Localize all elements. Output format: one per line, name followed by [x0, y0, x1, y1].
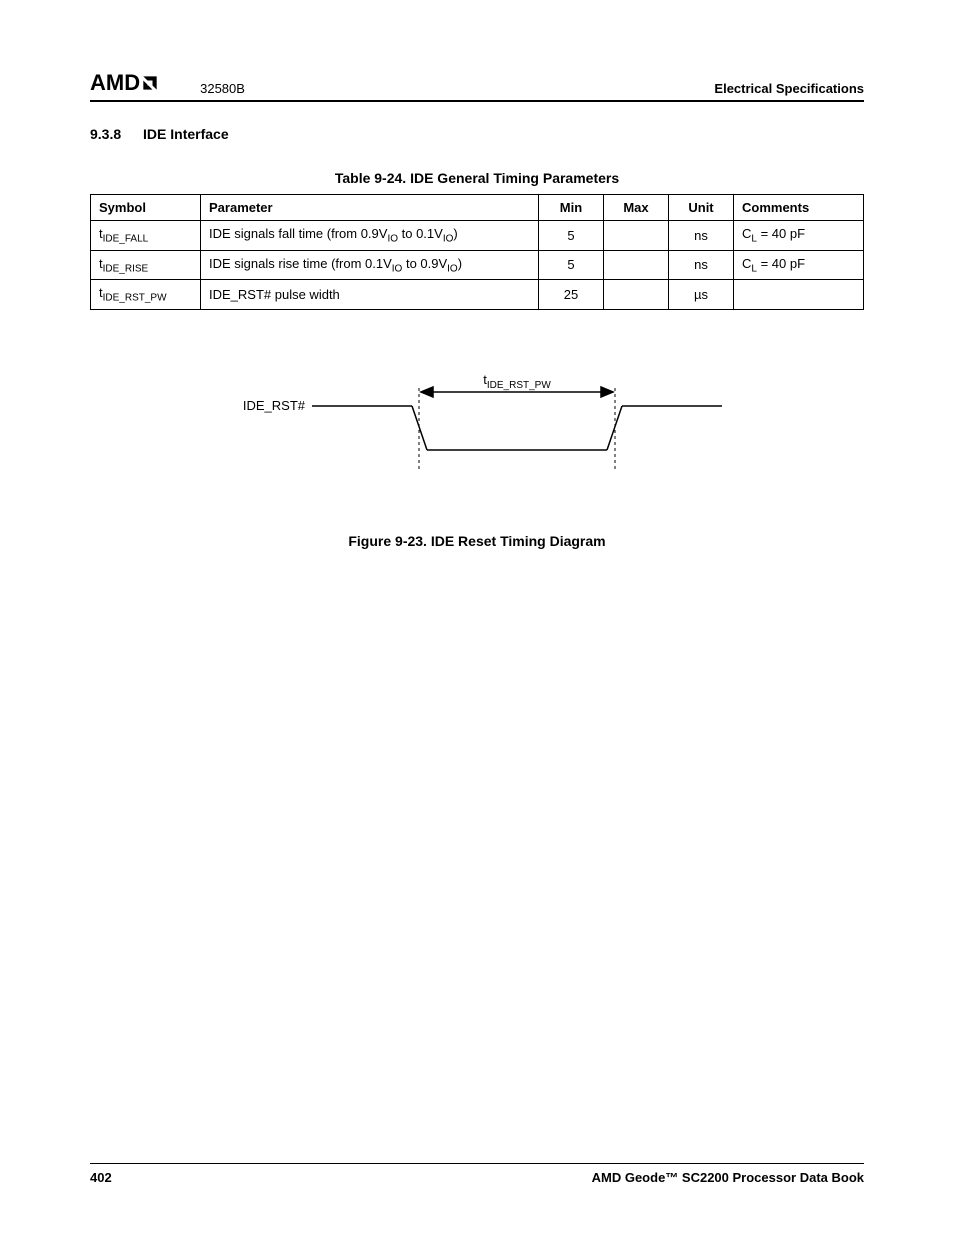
cell-min: 5 — [539, 250, 604, 280]
doc-number: 32580B — [200, 81, 245, 96]
cell-unit: ns — [669, 221, 734, 251]
cell-parameter: IDE signals fall time (from 0.9VIO to 0.… — [201, 221, 539, 251]
page-number: 402 — [90, 1170, 112, 1185]
section-number: 9.3.8 — [90, 126, 121, 142]
timing-parameters-table: Symbol Parameter Min Max Unit Comments t… — [90, 194, 864, 310]
page-container: AMD 32580B Electrical Specifications 9.3… — [0, 0, 954, 1235]
table-header-row: Symbol Parameter Min Max Unit Comments — [91, 195, 864, 221]
cell-parameter: IDE signals rise time (from 0.1VIO to 0.… — [201, 250, 539, 280]
logo-text: AMD — [90, 70, 140, 96]
col-parameter: Parameter — [201, 195, 539, 221]
timing-diagram: IDE_RST# tIDE_RST_PW — [90, 370, 864, 549]
cell-symbol: tIDE_RISE — [91, 250, 201, 280]
cell-max — [604, 221, 669, 251]
header-section-title: Electrical Specifications — [714, 81, 864, 96]
figure-caption: Figure 9-23. IDE Reset Timing Diagram — [90, 533, 864, 549]
cell-min: 25 — [539, 280, 604, 310]
section-title: IDE Interface — [143, 126, 229, 142]
table-row: tIDE_RST_PW IDE_RST# pulse width 25 µs — [91, 280, 864, 310]
cell-comments: CL = 40 pF — [734, 250, 864, 280]
col-unit: Unit — [669, 195, 734, 221]
cell-comments: CL = 40 pF — [734, 221, 864, 251]
amd-arrow-icon — [140, 73, 160, 93]
cell-max — [604, 250, 669, 280]
signal-name-text: IDE_RST# — [243, 398, 306, 413]
col-symbol: Symbol — [91, 195, 201, 221]
arrow-label-text: tIDE_RST_PW — [483, 372, 551, 391]
cell-unit: µs — [669, 280, 734, 310]
amd-logo: AMD — [90, 70, 160, 96]
cell-min: 5 — [539, 221, 604, 251]
book-title: AMD Geode™ SC2200 Processor Data Book — [592, 1170, 864, 1185]
waveform — [312, 406, 722, 450]
cell-unit: ns — [669, 250, 734, 280]
cell-comments — [734, 280, 864, 310]
col-comments: Comments — [734, 195, 864, 221]
cell-symbol: tIDE_FALL — [91, 221, 201, 251]
table-row: tIDE_RISE IDE signals rise time (from 0.… — [91, 250, 864, 280]
page-header: AMD 32580B Electrical Specifications — [90, 70, 864, 102]
col-min: Min — [539, 195, 604, 221]
table-caption: Table 9-24. IDE General Timing Parameter… — [90, 170, 864, 186]
reset-timing-svg: IDE_RST# tIDE_RST_PW — [177, 370, 777, 490]
guide-lines — [419, 388, 615, 470]
table-row: tIDE_FALL IDE signals fall time (from 0.… — [91, 221, 864, 251]
cell-parameter: IDE_RST# pulse width — [201, 280, 539, 310]
section-heading: 9.3.8 IDE Interface — [90, 126, 864, 142]
cell-max — [604, 280, 669, 310]
page-footer: 402 AMD Geode™ SC2200 Processor Data Boo… — [90, 1163, 864, 1185]
cell-symbol: tIDE_RST_PW — [91, 280, 201, 310]
col-max: Max — [604, 195, 669, 221]
